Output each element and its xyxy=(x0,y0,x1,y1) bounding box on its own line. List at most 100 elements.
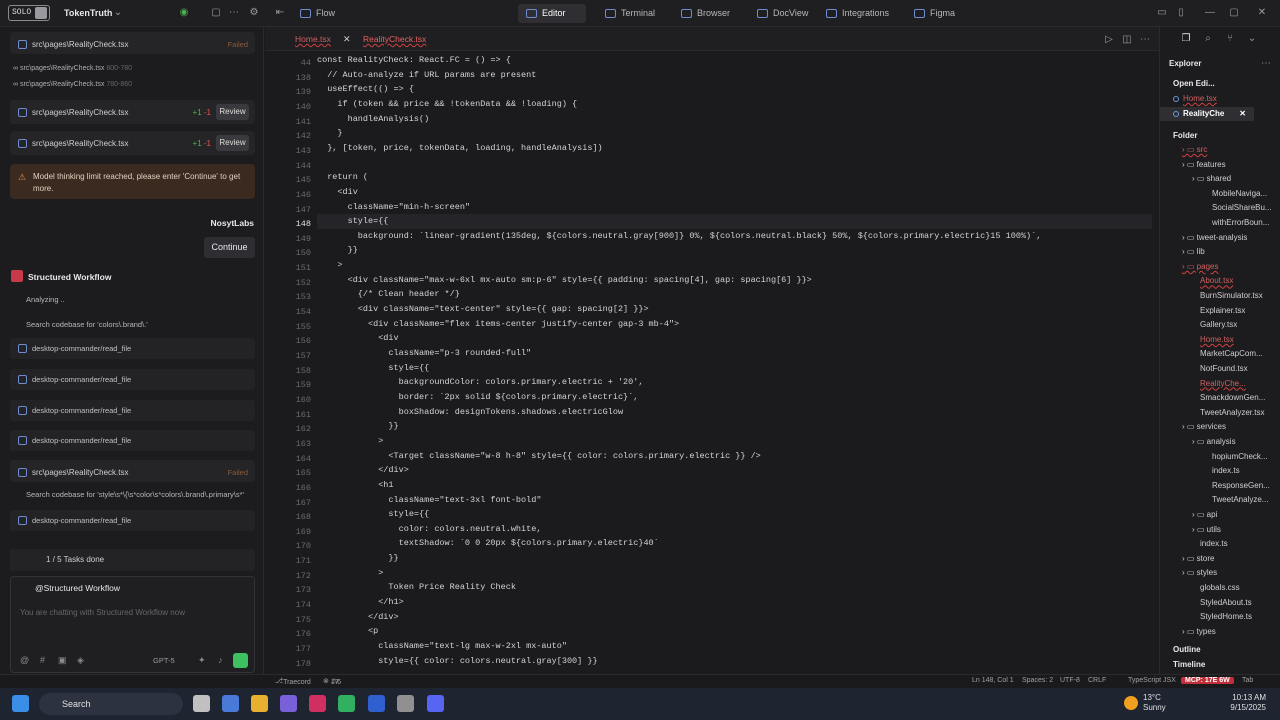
open-file-home[interactable]: Home.tsx xyxy=(1173,92,1217,106)
file-card-review[interactable]: src\pages\RealityCheck.tsx +1 -1 Review xyxy=(10,100,255,124)
tab-docview[interactable]: DocView xyxy=(749,4,813,23)
maximize-icon[interactable]: ▢ xyxy=(1228,7,1240,19)
hash-icon[interactable]: # xyxy=(40,655,45,665)
tree-folder[interactable]: › ▭ types xyxy=(1182,625,1216,639)
mcp-status[interactable]: MCP: 17E 6W xyxy=(1181,677,1234,684)
tab-reality-check[interactable]: RealityCheck.tsx xyxy=(363,34,426,44)
tree-file[interactable]: StyledAbout.ts xyxy=(1200,596,1252,610)
continue-button[interactable]: Continue xyxy=(204,237,255,258)
open-file-reality[interactable]: RealityChe ✕ xyxy=(1160,107,1254,121)
tree-file[interactable]: NotFound.tsx xyxy=(1200,362,1248,376)
branch-label[interactable]: ⎇ Traecord xyxy=(275,677,311,686)
tree-folder[interactable]: › ▭ lib xyxy=(1182,245,1205,259)
language-mode[interactable]: TypeScript JSX xyxy=(1128,677,1176,684)
tree-file[interactable]: ResponseGen... xyxy=(1212,479,1270,493)
chat-input[interactable]: You are chatting with Structured Workflo… xyxy=(20,608,185,617)
close-tab-icon[interactable]: ✕ xyxy=(343,34,351,45)
close-icon[interactable]: ✕ xyxy=(1239,107,1246,121)
folder-header[interactable]: Folder xyxy=(1173,129,1197,143)
file-range[interactable]: ∞ src\pages\RealityCheck.tsx 780-860 xyxy=(13,81,132,88)
more-icon[interactable]: ⋯ xyxy=(1260,58,1272,70)
review-button[interactable]: Review xyxy=(216,104,249,120)
tool-call[interactable]: desktop-commander/read_file xyxy=(10,430,255,451)
tree-folder[interactable]: › ▭ utils xyxy=(1192,523,1221,537)
tree-file[interactable]: globals.css xyxy=(1200,581,1240,595)
collapse-icon[interactable]: ⇤ xyxy=(274,7,286,19)
model-selector[interactable]: GPT-5 xyxy=(153,656,175,665)
encoding[interactable]: UTF-8 xyxy=(1060,677,1080,684)
search-step[interactable]: Search codebase for 'style\s*\{\s*color\… xyxy=(26,490,244,499)
layout-icon[interactable]: ▭ xyxy=(1156,7,1168,19)
tree-file[interactable]: TweetAnalyzer.tsx xyxy=(1200,406,1264,420)
copilot-icon[interactable] xyxy=(222,695,239,712)
task-view-icon[interactable] xyxy=(193,695,210,712)
tab-mode[interactable]: Tab xyxy=(1242,677,1253,684)
tool-call[interactable]: desktop-commander/read_file xyxy=(10,338,255,359)
chat-icon[interactable]: ▢ xyxy=(210,7,222,19)
search-step[interactable]: Search codebase for 'colors\.brand\.' xyxy=(26,320,148,329)
search-icon[interactable]: ⌕ xyxy=(1202,33,1214,45)
chat-input-box[interactable]: @Structured Workflow You are chatting wi… xyxy=(10,576,255,673)
git-icon[interactable]: ⑂ xyxy=(1224,33,1236,45)
review-button[interactable]: Review xyxy=(216,135,249,151)
tool-call[interactable]: desktop-commander/read_file xyxy=(10,510,255,531)
tree-file[interactable]: hopiumCheck... xyxy=(1212,450,1268,464)
sparkle-icon[interactable]: ✦ xyxy=(198,655,206,666)
app-icon[interactable] xyxy=(280,695,297,712)
cursor-position[interactable]: Ln 148, Col 1 xyxy=(972,677,1014,684)
split-editor-icon[interactable]: ◫ xyxy=(1121,34,1133,46)
tree-folder[interactable]: › ▭ tweet-analysis xyxy=(1182,231,1247,245)
tree-file[interactable]: RealityChe... xyxy=(1200,377,1246,391)
tab-home[interactable]: Home.tsx xyxy=(295,34,331,44)
tree-folder[interactable]: › ▭ src xyxy=(1182,143,1207,157)
send-button[interactable] xyxy=(233,653,248,668)
indent-setting[interactable]: Spaces: 2 xyxy=(1022,677,1053,684)
chevron-down-icon[interactable]: ⌄ xyxy=(112,7,124,19)
tab-integrations[interactable]: Integrations xyxy=(818,4,900,23)
clock[interactable]: 10:13 AM 9/15/2025 xyxy=(1230,693,1266,713)
files-icon[interactable]: ❐ xyxy=(1180,33,1192,45)
tab-flow[interactable]: Flow xyxy=(292,4,342,23)
timeline-header[interactable]: Timeline xyxy=(1173,658,1205,672)
tree-folder[interactable]: › ▭ analysis xyxy=(1192,435,1236,449)
tab-figma[interactable]: Figma xyxy=(906,4,962,23)
tasks-progress[interactable]: 1 / 5 Tasks done xyxy=(10,549,255,571)
tree-file[interactable]: index.ts xyxy=(1200,537,1228,551)
minimize-icon[interactable]: — xyxy=(1204,7,1216,19)
vscode-icon[interactable] xyxy=(368,695,385,712)
more-icon[interactable]: ⋯ xyxy=(228,7,240,19)
tree-file[interactable]: Gallery.tsx xyxy=(1200,318,1237,332)
file-range[interactable]: ∞ src\pages\RealityCheck.tsx 800-780 xyxy=(13,65,132,72)
tool-call[interactable]: desktop-commander/read_file xyxy=(10,400,255,421)
chevron-down-icon[interactable]: ⌄ xyxy=(1246,33,1258,45)
tree-file[interactable]: Home.tsx xyxy=(1200,333,1234,347)
opera-icon[interactable] xyxy=(309,695,326,712)
file-card-review[interactable]: src\pages\RealityCheck.tsx +1 -1 Review xyxy=(10,131,255,155)
tree-folder[interactable]: › ▭ pages xyxy=(1182,260,1218,274)
code-area[interactable]: const RealityCheck: React.FC = () => { /… xyxy=(317,51,1152,674)
tree-folder[interactable]: › ▭ store xyxy=(1182,552,1214,566)
open-editors-header[interactable]: Open Edi... xyxy=(1173,77,1215,91)
app-icon[interactable] xyxy=(338,695,355,712)
run-icon[interactable]: ▷ xyxy=(1103,34,1115,46)
eol[interactable]: CRLF xyxy=(1088,677,1106,684)
discord-icon[interactable] xyxy=(427,695,444,712)
weather-widget[interactable]: 13°C Sunny xyxy=(1143,693,1166,713)
tree-file[interactable]: Explainer.tsx xyxy=(1200,304,1245,318)
windows-start-icon[interactable] xyxy=(12,695,29,712)
github-icon[interactable] xyxy=(397,695,414,712)
tab-terminal[interactable]: Terminal xyxy=(597,4,667,23)
tree-file[interactable]: StyledHome.ts xyxy=(1200,610,1252,624)
file-explorer-icon[interactable] xyxy=(251,695,268,712)
mic-icon[interactable]: ♪ xyxy=(218,655,223,665)
tree-file[interactable]: TweetAnalyze... xyxy=(1212,493,1268,507)
close-icon[interactable]: ✕ xyxy=(1256,7,1268,19)
tree-folder[interactable]: › ▭ styles xyxy=(1182,566,1217,580)
file-card-failed[interactable]: src\pages\RealityCheck.tsx Failed xyxy=(10,460,255,482)
tree-file[interactable]: SocialShareBu... xyxy=(1212,201,1272,215)
tab-editor[interactable]: Editor xyxy=(518,4,586,23)
more-icon[interactable]: ⋯ xyxy=(1139,34,1151,46)
tab-browser[interactable]: Browser xyxy=(673,4,743,23)
tree-folder[interactable]: › ▭ features xyxy=(1182,158,1226,172)
tree-file[interactable]: MarketCapCom... xyxy=(1200,347,1263,361)
